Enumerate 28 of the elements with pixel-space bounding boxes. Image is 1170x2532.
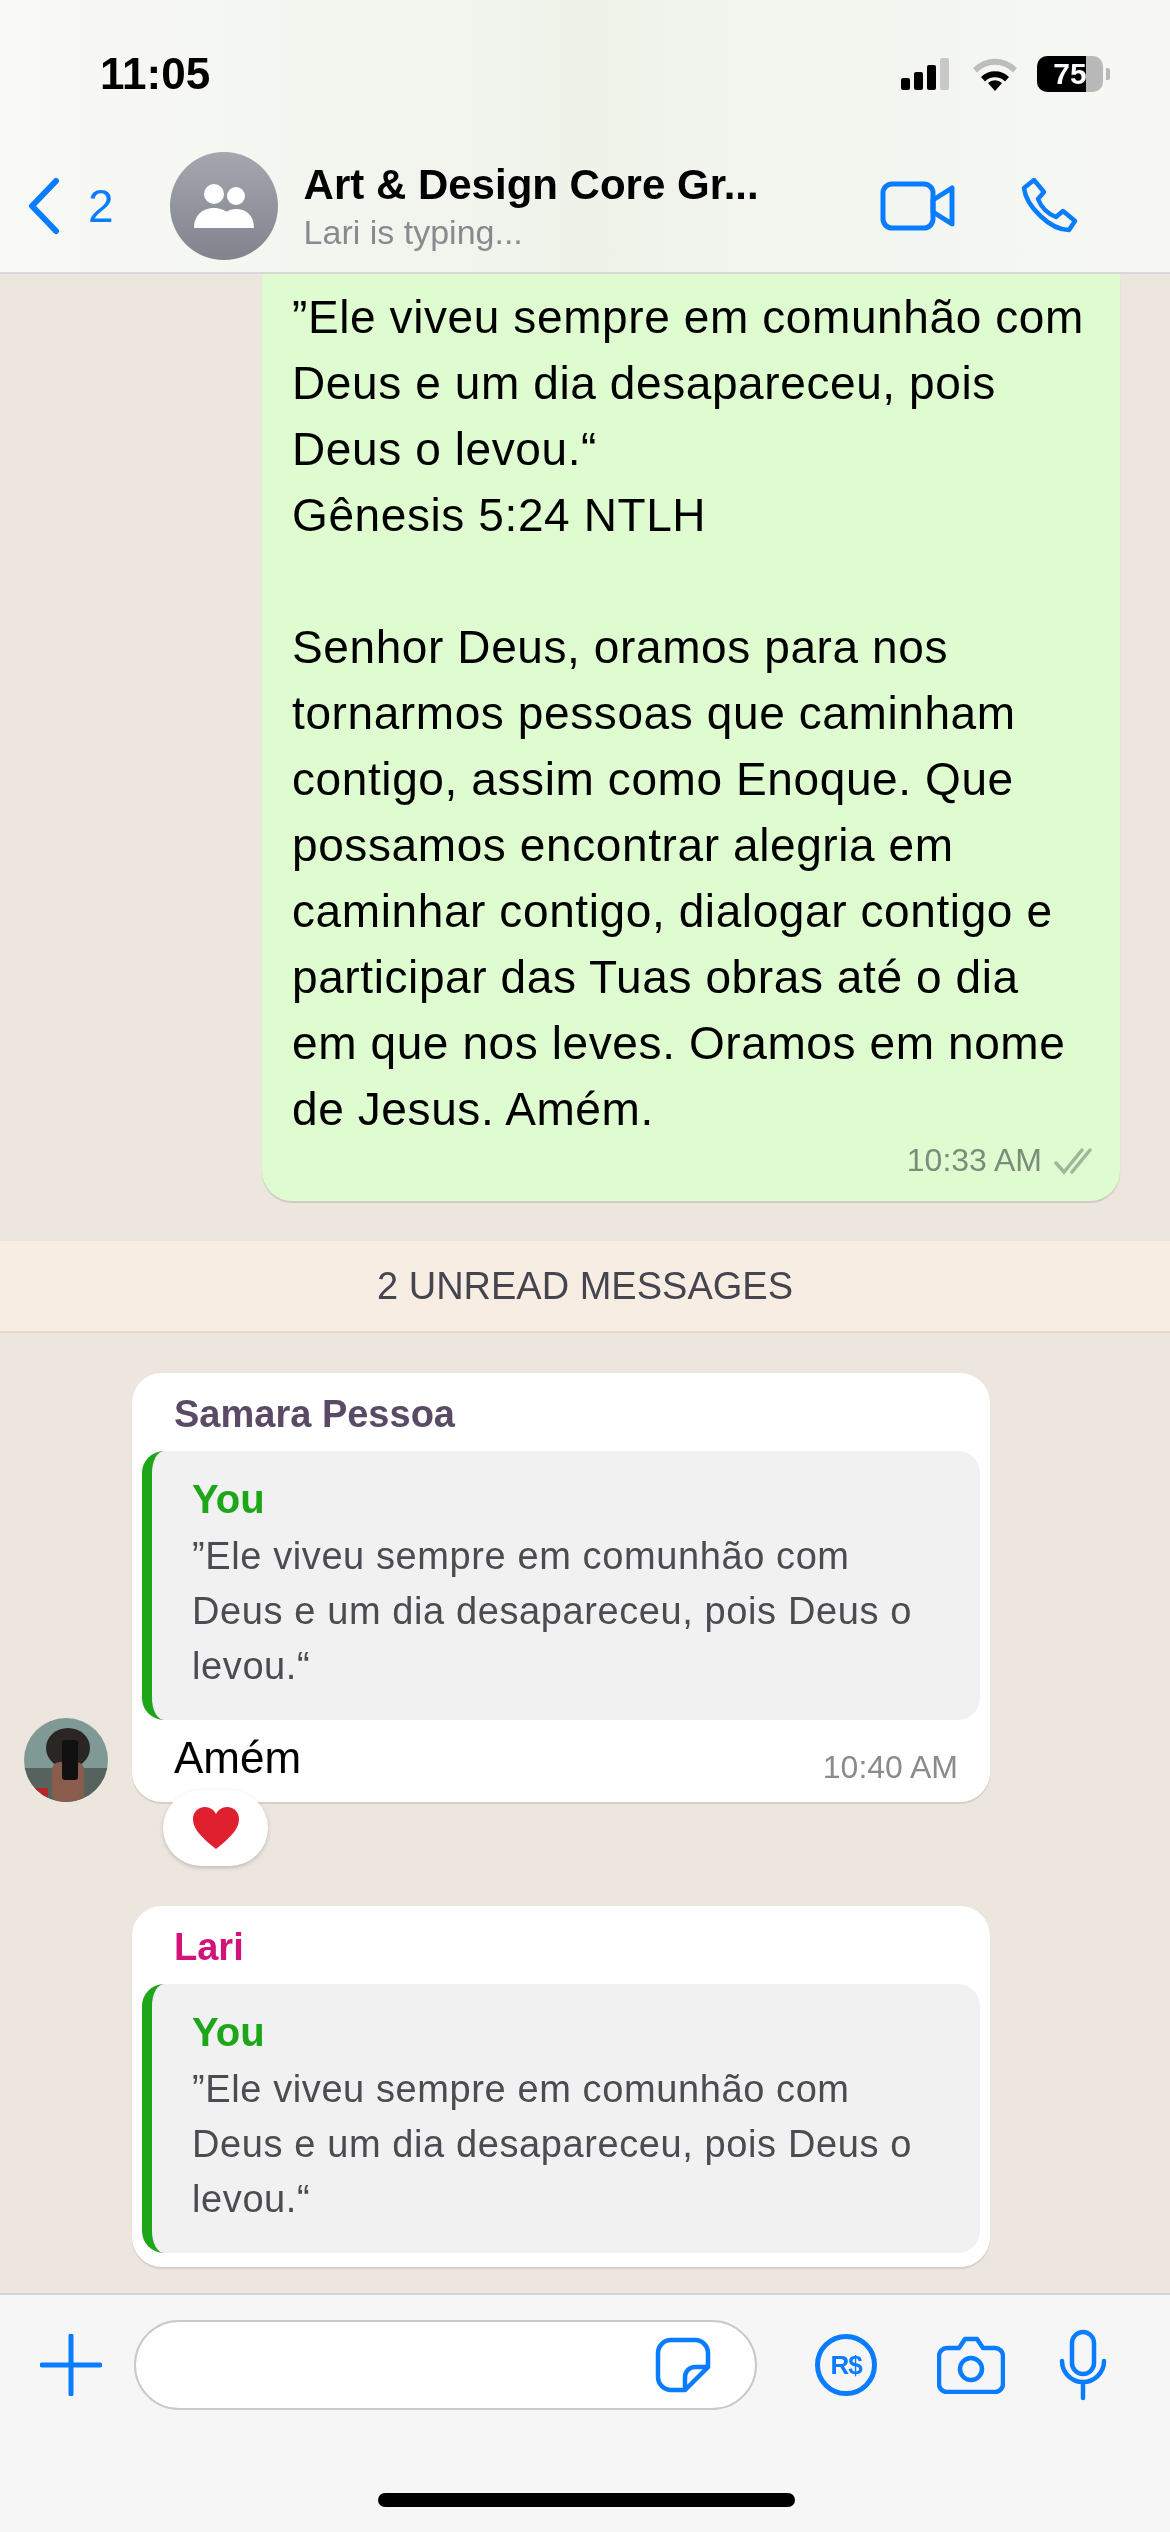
quoted-message[interactable]: You ”Ele viveu sempre em comunhão com Deus e um dia desapareceu, pois Deus o levou.“	[142, 1984, 980, 2253]
chevron-left-icon	[26, 177, 60, 235]
message-time: 10:40 AM	[822, 1749, 958, 1787]
payment-button[interactable]: R$	[815, 2334, 877, 2396]
unread-label: 2 UNREAD MESSAGES	[377, 1264, 793, 1308]
chat-title: Art & Design Core Gr...	[303, 160, 760, 209]
sticker-icon[interactable]	[655, 2337, 711, 2393]
sender-name: Lari	[173, 1925, 245, 1970]
quote-text: ”Ele viveu sempre em comunhão com Deus e um dia desapareceu, pois Deus o levou.“	[192, 1534, 913, 1689]
status-time: 11:05	[100, 48, 212, 99]
reaction-bubble[interactable]	[163, 1790, 268, 1866]
quote-text: ”Ele viveu sempre em comunhão com Deus e um dia desapareceu, pois Deus o levou.“	[192, 2067, 913, 2222]
typing-status: Lari is typing...	[303, 212, 524, 252]
heart-icon	[190, 1805, 241, 1851]
sender-name: Samara Pessoa	[173, 1392, 456, 1437]
quote-author: You	[192, 2009, 266, 2056]
people-icon	[191, 182, 256, 230]
back-button[interactable]: 2	[26, 177, 114, 235]
message-time: 10:33 AM	[906, 1142, 1042, 1179]
camera-icon[interactable]	[937, 2336, 1005, 2394]
plus-icon[interactable]	[40, 2334, 102, 2396]
message-text: ”Ele viveu sempre em comunhão com Deus e um dia desapareceu, pois Deus o levou.“ Gênesis 5:24 NTLH Senhor Deus, oramos para nos tornarmos pessoas que caminham contigo, assim como Enoque. Que possamos encontrar alegria em caminhar contigo, dialogar contigo e participar das Tuas obras até o dia em que nos leves. Oramos em nome de Jesus. Amém.	[292, 290, 1085, 1137]
video-call-icon[interactable]	[880, 181, 956, 231]
microphone-icon[interactable]	[1057, 2329, 1109, 2401]
wifi-icon	[971, 57, 1019, 91]
message-text: Amém	[174, 1732, 303, 1784]
quote-author: You	[192, 1476, 266, 1523]
quoted-message[interactable]: You ”Ele viveu sempre em comunhão com Deus e um dia desapareceu, pois Deus o levou.“	[142, 1451, 980, 1720]
